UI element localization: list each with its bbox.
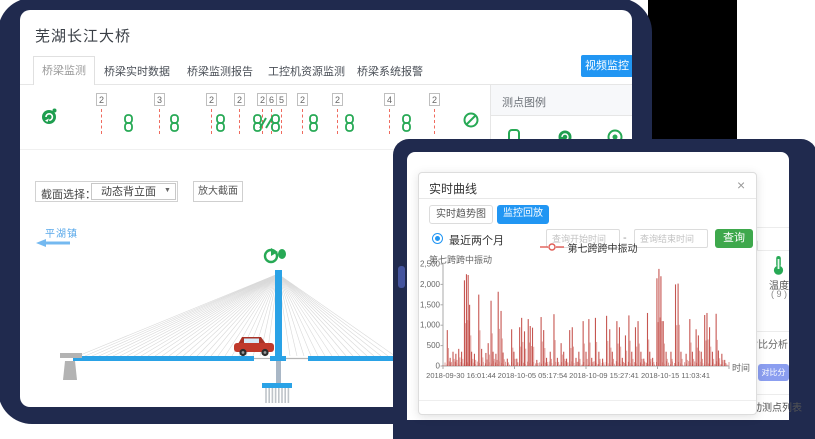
main-tab-4[interactable]: 桥梁系统报警: [357, 63, 423, 79]
rotation-sensor-icon: [265, 248, 286, 262]
sensor-count-badge: 2: [429, 93, 440, 106]
section-select-label: 截面选择：: [41, 186, 96, 202]
sensor-dash-line: [101, 109, 102, 134]
svg-text:1,500: 1,500: [420, 300, 441, 309]
svg-text:2,000: 2,000: [420, 280, 441, 289]
chevron-down-icon: ▼: [164, 187, 171, 194]
background-white-region: [737, 0, 815, 141]
chart-xlabel: 时间: [732, 361, 750, 374]
sensor-dash-line: [434, 109, 435, 134]
link-sensor-icon[interactable]: [308, 114, 319, 132]
page-title: 芜湖长江大桥: [35, 25, 131, 46]
sensor-count-badge: 2: [96, 93, 107, 106]
scrollbar-thumb[interactable]: [398, 266, 405, 288]
sensor-count-badge: 2: [332, 93, 343, 106]
sensor-count-badge: 2: [234, 93, 245, 106]
sensor-dash-line: [211, 109, 212, 134]
link-sensor-icon[interactable]: [169, 114, 180, 132]
sensor-count-badge: 5: [276, 93, 287, 106]
svg-text:2018-10-05 05:17:54: 2018-10-05 05:17:54: [498, 371, 568, 380]
svg-text:2018-10-09 15:27:41: 2018-10-09 15:27:41: [569, 371, 639, 380]
sensor-dash-line: [239, 109, 240, 134]
main-tab-1[interactable]: 桥梁实时数据: [104, 63, 170, 79]
compare-analysis-button[interactable]: 对比分析: [758, 364, 789, 381]
link-sensor-icon[interactable]: [344, 114, 355, 132]
sensor-count-badge: 3: [154, 93, 165, 106]
realtime-curve-dialog: 实时曲线 × 实时趋势图监控回放 最近两个月 - 查询 第七跨跨中振动 第七跨跨…: [418, 172, 757, 415]
main-tab-3[interactable]: 工控机资源监测: [268, 63, 345, 79]
main-tab-2[interactable]: 桥梁监测报告: [187, 63, 253, 79]
svg-text:2018-10-15 11:03:41: 2018-10-15 11:03:41: [641, 371, 710, 380]
dialog-tab-1[interactable]: 监控回放: [497, 205, 549, 224]
background-black-region: [648, 0, 738, 141]
legend-panel-title: 测点图例: [502, 94, 546, 110]
bridge-diagram: [28, 240, 400, 405]
stopwatch-icon[interactable]: [41, 107, 59, 125]
sensor-dash-line: [281, 109, 282, 134]
svg-text:0: 0: [436, 362, 441, 371]
chart-legend: 第七跨跨中振动: [419, 241, 758, 253]
sensor-dash-line: [389, 109, 390, 134]
thermometer-icon[interactable]: [771, 255, 786, 276]
sensor-dash-line: [159, 109, 160, 134]
sensor-dash-line: [302, 109, 303, 134]
svg-text:2018-09-30 16:01:44: 2018-09-30 16:01:44: [426, 371, 496, 380]
sensor-count-badge: 2: [206, 93, 217, 106]
dialog-header-divider: [419, 198, 756, 199]
link-sensor-icon[interactable]: [123, 114, 134, 132]
vibration-chart: 0 500 1,000 1,500 2,000 2,500 2018-09-30 16:01…: [419, 259, 758, 381]
link-sensor-icon[interactable]: [401, 114, 412, 132]
dialog-footer-divider: [419, 400, 756, 401]
svg-text:1,000: 1,000: [420, 321, 441, 330]
legend-marker-icon: [540, 242, 564, 252]
zoom-section-button[interactable]: 放大截面: [193, 181, 243, 202]
sensor-count-badge: 4: [384, 93, 395, 106]
joint-marks-icon: [257, 116, 275, 130]
video-monitor-button[interactable]: 视频监控: [581, 55, 632, 77]
no-entry-icon: [462, 111, 480, 129]
link-sensor-icon[interactable]: [215, 114, 226, 132]
svg-text:2,500: 2,500: [420, 260, 441, 269]
dialog-tab-0[interactable]: 实时趋势图: [429, 205, 493, 224]
dialog-title: 实时曲线: [429, 180, 477, 197]
temperature-count: ( 9 ): [759, 289, 799, 299]
svg-text:500: 500: [427, 341, 441, 350]
legend-series-label: 第七跨跨中振动: [568, 240, 638, 255]
close-icon[interactable]: ×: [737, 177, 745, 193]
main-tab-0[interactable]: 桥梁监测: [33, 56, 95, 85]
sensor-count-badge: 2: [297, 93, 308, 106]
sensor-dash-line: [337, 109, 338, 134]
